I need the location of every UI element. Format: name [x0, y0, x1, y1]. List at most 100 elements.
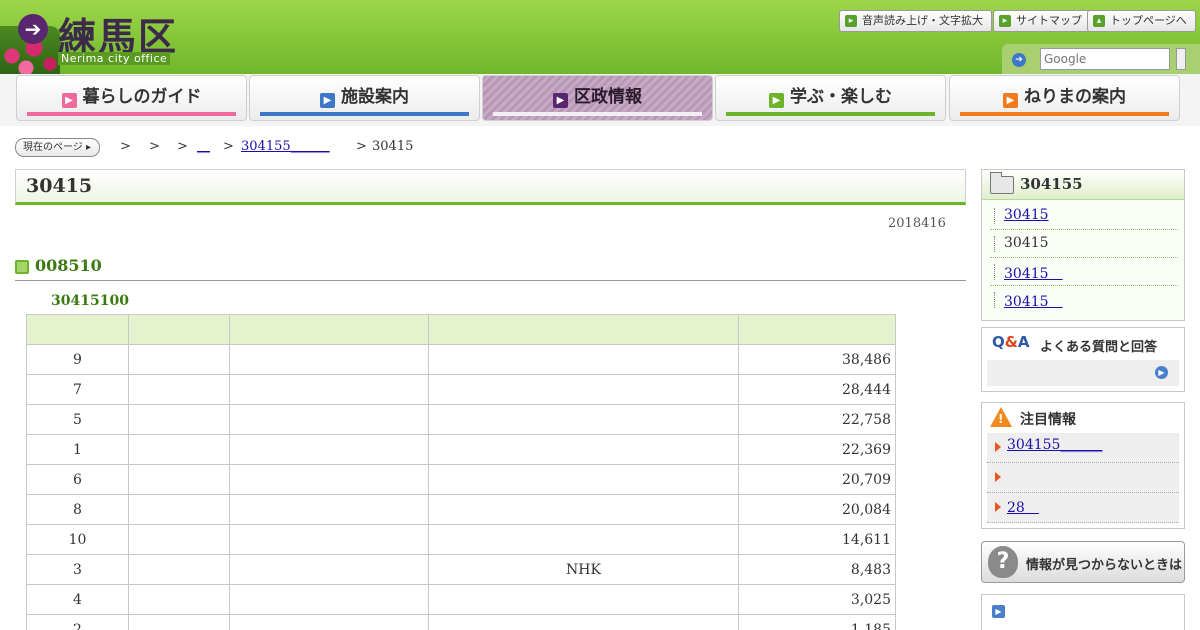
table-cell	[229, 524, 429, 555]
faq-title[interactable]: よくある質問と回答	[1040, 336, 1157, 355]
question-mark-icon: ?	[988, 546, 1018, 578]
sidebar-item-link[interactable]: 30415	[1004, 207, 1049, 223]
breadcrumb-sep: >	[149, 139, 160, 154]
nav-label: ねりまの案内	[1024, 87, 1126, 107]
value-cell: 1,185	[738, 614, 896, 630]
current-page-label: 現在のページ ▸	[15, 138, 100, 157]
rank-cell: 9	[26, 344, 129, 375]
nav-about-nerima[interactable]: ▶ ねりまの案内	[949, 75, 1180, 121]
name-cell	[428, 404, 739, 435]
nav-facilities[interactable]: ▶ 施設案内	[249, 75, 480, 121]
nav-underline	[260, 112, 469, 116]
table-row: 2 1,185	[26, 614, 896, 630]
nav-learn-enjoy[interactable]: ▶ 学ぶ・楽しむ	[715, 75, 946, 121]
value-cell: 20,709	[738, 464, 896, 495]
table-header-cell	[229, 314, 429, 345]
sidebar-list: 30415 30415 30415＿ 30415＿	[982, 200, 1184, 320]
breadcrumb-link-text[interactable]: __	[197, 139, 210, 154]
table-cell	[229, 374, 429, 405]
table-cell	[229, 434, 429, 465]
square-bullet-icon	[15, 260, 29, 274]
not-found-label: 情報が見つからないときは	[1026, 558, 1183, 573]
faq-box: Q&A よくある質問と回答 ▶	[981, 327, 1185, 392]
name-cell	[428, 344, 739, 375]
arrow-right-icon: ▸	[999, 15, 1011, 27]
value-cell: 3,025	[738, 584, 896, 615]
rank-cell: 7	[26, 374, 129, 405]
arrow-right-icon[interactable]: ▶	[992, 605, 1005, 618]
nerima-emblem-icon: ➔	[18, 14, 48, 44]
table-cell	[128, 374, 230, 405]
notice-item[interactable]: 304155______	[987, 433, 1179, 463]
warning-icon	[990, 407, 1012, 427]
publish-date: 2018416	[888, 216, 946, 231]
sidebar-category-box: 304155 30415 30415 30415＿ 30415＿	[981, 169, 1185, 321]
breadcrumb-link-text[interactable]: 304155______	[241, 139, 330, 154]
name-cell	[428, 614, 739, 630]
table-cell	[128, 614, 230, 630]
top-page-label: トップページへ	[1110, 14, 1187, 27]
notice-box: 注目情報 304155______ 28＿	[981, 402, 1185, 529]
notice-link[interactable]: 28＿	[1007, 500, 1039, 516]
site-header: ➔ 練馬区 Nerima city office ▸ 音声読み上げ・文字拡大 ▸…	[0, 0, 1200, 74]
table-cell	[229, 404, 429, 435]
faq-link-bar[interactable]: ▶	[987, 360, 1179, 386]
table-row: 5 22,758	[26, 404, 896, 435]
play-icon: ▶	[553, 93, 568, 108]
current-page-text: 現在のページ	[23, 142, 83, 153]
section-heading-text: 008510	[35, 256, 102, 275]
table-row: 7 28,444	[26, 374, 896, 405]
arrow-up-icon: ▴	[1093, 15, 1105, 27]
notice-item[interactable]: 28＿	[987, 493, 1179, 523]
search-input[interactable]	[1040, 48, 1170, 70]
sitemap-button[interactable]: ▸ サイトマップ	[993, 10, 1091, 32]
table-cell	[229, 554, 429, 585]
rank-cell: 3	[26, 554, 129, 585]
site-logo[interactable]: ➔ 練馬区 Nerima city office	[0, 0, 180, 74]
nav-label: 暮らしのガイド	[82, 87, 202, 107]
top-page-button[interactable]: ▴ トップページへ	[1087, 10, 1196, 32]
nav-living-guide[interactable]: ▶ 暮らしのガイド	[16, 75, 247, 121]
table-header-row	[26, 314, 896, 345]
search-area: ➔	[1002, 44, 1200, 74]
search-button[interactable]	[1176, 48, 1186, 70]
sidebar-item[interactable]: 30415	[990, 202, 1178, 230]
breadcrumb-link[interactable]: 304155______	[241, 139, 330, 154]
table-cell	[128, 434, 230, 465]
sub-heading: 30415100	[51, 293, 129, 309]
sidebar-item-link[interactable]: 30415＿	[1004, 266, 1063, 282]
value-cell: 20,084	[738, 494, 896, 525]
sidebar-category-title-text: 304155	[1020, 175, 1083, 193]
nav-government[interactable]: ▶ 区政情報	[482, 75, 713, 121]
table-cell	[128, 554, 230, 585]
sidebar-item-current: 30415	[990, 230, 1178, 258]
sidebar-item[interactable]: 30415＿	[990, 258, 1178, 286]
sidebar-category-title: 304155	[982, 170, 1184, 200]
not-found-button[interactable]: ? 情報が見つからないときは	[981, 541, 1185, 583]
breadcrumb-current: 30415	[372, 139, 414, 154]
nav-underline	[27, 112, 236, 116]
sidebar-item[interactable]: 30415＿	[990, 286, 1178, 314]
sidebar-item-link[interactable]: 30415＿	[1004, 294, 1063, 310]
page-title: 30415	[15, 169, 966, 205]
table-cell	[128, 524, 230, 555]
play-icon: ▶	[1003, 93, 1018, 108]
notice-item[interactable]	[987, 463, 1179, 493]
nav-label: 区政情報	[574, 87, 642, 107]
notice-link[interactable]: 304155______	[1007, 437, 1102, 453]
notice-title-text: 注目情報	[1020, 412, 1076, 428]
table-header-cell	[26, 314, 129, 345]
table-cell	[229, 494, 429, 525]
table-row: 6 20,709	[26, 464, 896, 495]
table-cell	[128, 344, 230, 375]
arrow-right-icon: ▸	[845, 15, 857, 27]
read-aloud-button[interactable]: ▸ 音声読み上げ・文字拡大	[839, 10, 992, 32]
value-cell: 38,486	[738, 344, 896, 375]
breadcrumb-sep: >	[120, 139, 131, 154]
breadcrumb-link[interactable]: __	[197, 139, 210, 154]
table-header-cell	[428, 314, 739, 345]
arrow-right-icon: ▶	[1155, 366, 1168, 379]
value-cell: 8,483	[738, 554, 896, 585]
table-row: 4 3,025	[26, 584, 896, 615]
name-cell	[428, 374, 739, 405]
